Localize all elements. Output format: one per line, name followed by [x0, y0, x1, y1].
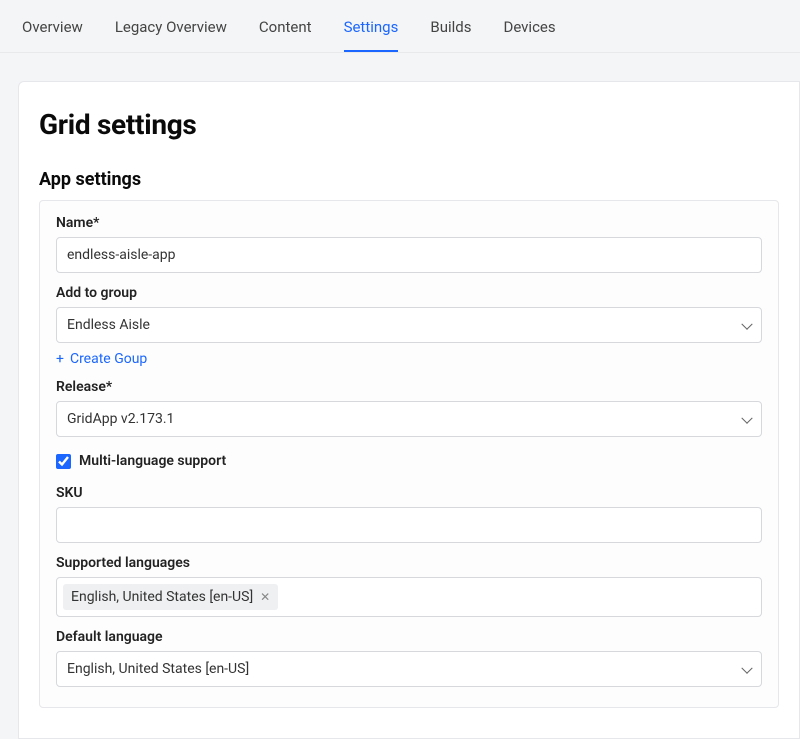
create-group-link[interactable]: + Create Goup: [56, 351, 147, 367]
multilang-checkbox[interactable]: [56, 454, 71, 469]
supported-languages-input[interactable]: English, United States [en-US] ✕: [56, 577, 762, 617]
name-input[interactable]: [56, 237, 762, 273]
default-lang-label: Default language: [56, 629, 762, 645]
tab-overview[interactable]: Overview: [22, 18, 83, 52]
field-group: Add to group Endless Aisle + Create Goup: [56, 285, 762, 367]
name-label: Name*: [56, 215, 762, 231]
group-label: Add to group: [56, 285, 762, 301]
group-select[interactable]: Endless Aisle: [56, 307, 762, 343]
app-settings-box: Name* Add to group Endless Aisle + Creat…: [39, 200, 779, 708]
supported-label: Supported languages: [56, 555, 762, 571]
field-sku: SKU: [56, 485, 762, 543]
page-title: Grid settings: [39, 108, 779, 141]
plus-icon: +: [56, 352, 64, 366]
tab-legacy-overview[interactable]: Legacy Overview: [115, 18, 227, 52]
tab-devices[interactable]: Devices: [503, 18, 555, 52]
multilang-label: Multi-language support: [79, 453, 226, 469]
field-supported-languages: Supported languages English, United Stat…: [56, 555, 762, 617]
tab-settings[interactable]: Settings: [344, 18, 399, 52]
field-default-language: Default language English, United States …: [56, 629, 762, 687]
tab-bar: Overview Legacy Overview Content Setting…: [0, 0, 800, 53]
close-icon[interactable]: ✕: [260, 591, 270, 603]
multilang-row: Multi-language support: [56, 453, 762, 469]
sku-input[interactable]: [56, 507, 762, 543]
default-language-select[interactable]: English, United States [en-US]: [56, 651, 762, 687]
language-tag: English, United States [en-US] ✕: [63, 584, 278, 610]
release-label: Release*: [56, 379, 762, 395]
settings-panel: Grid settings App settings Name* Add to …: [18, 81, 800, 739]
tab-content[interactable]: Content: [259, 18, 312, 52]
create-group-text: Create Goup: [70, 351, 147, 367]
release-select[interactable]: GridApp v2.173.1: [56, 401, 762, 437]
field-name: Name*: [56, 215, 762, 273]
section-title: App settings: [39, 169, 779, 190]
field-release: Release* GridApp v2.173.1: [56, 379, 762, 437]
tab-builds[interactable]: Builds: [430, 18, 471, 52]
sku-label: SKU: [56, 485, 762, 501]
language-tag-text: English, United States [en-US]: [71, 589, 253, 605]
